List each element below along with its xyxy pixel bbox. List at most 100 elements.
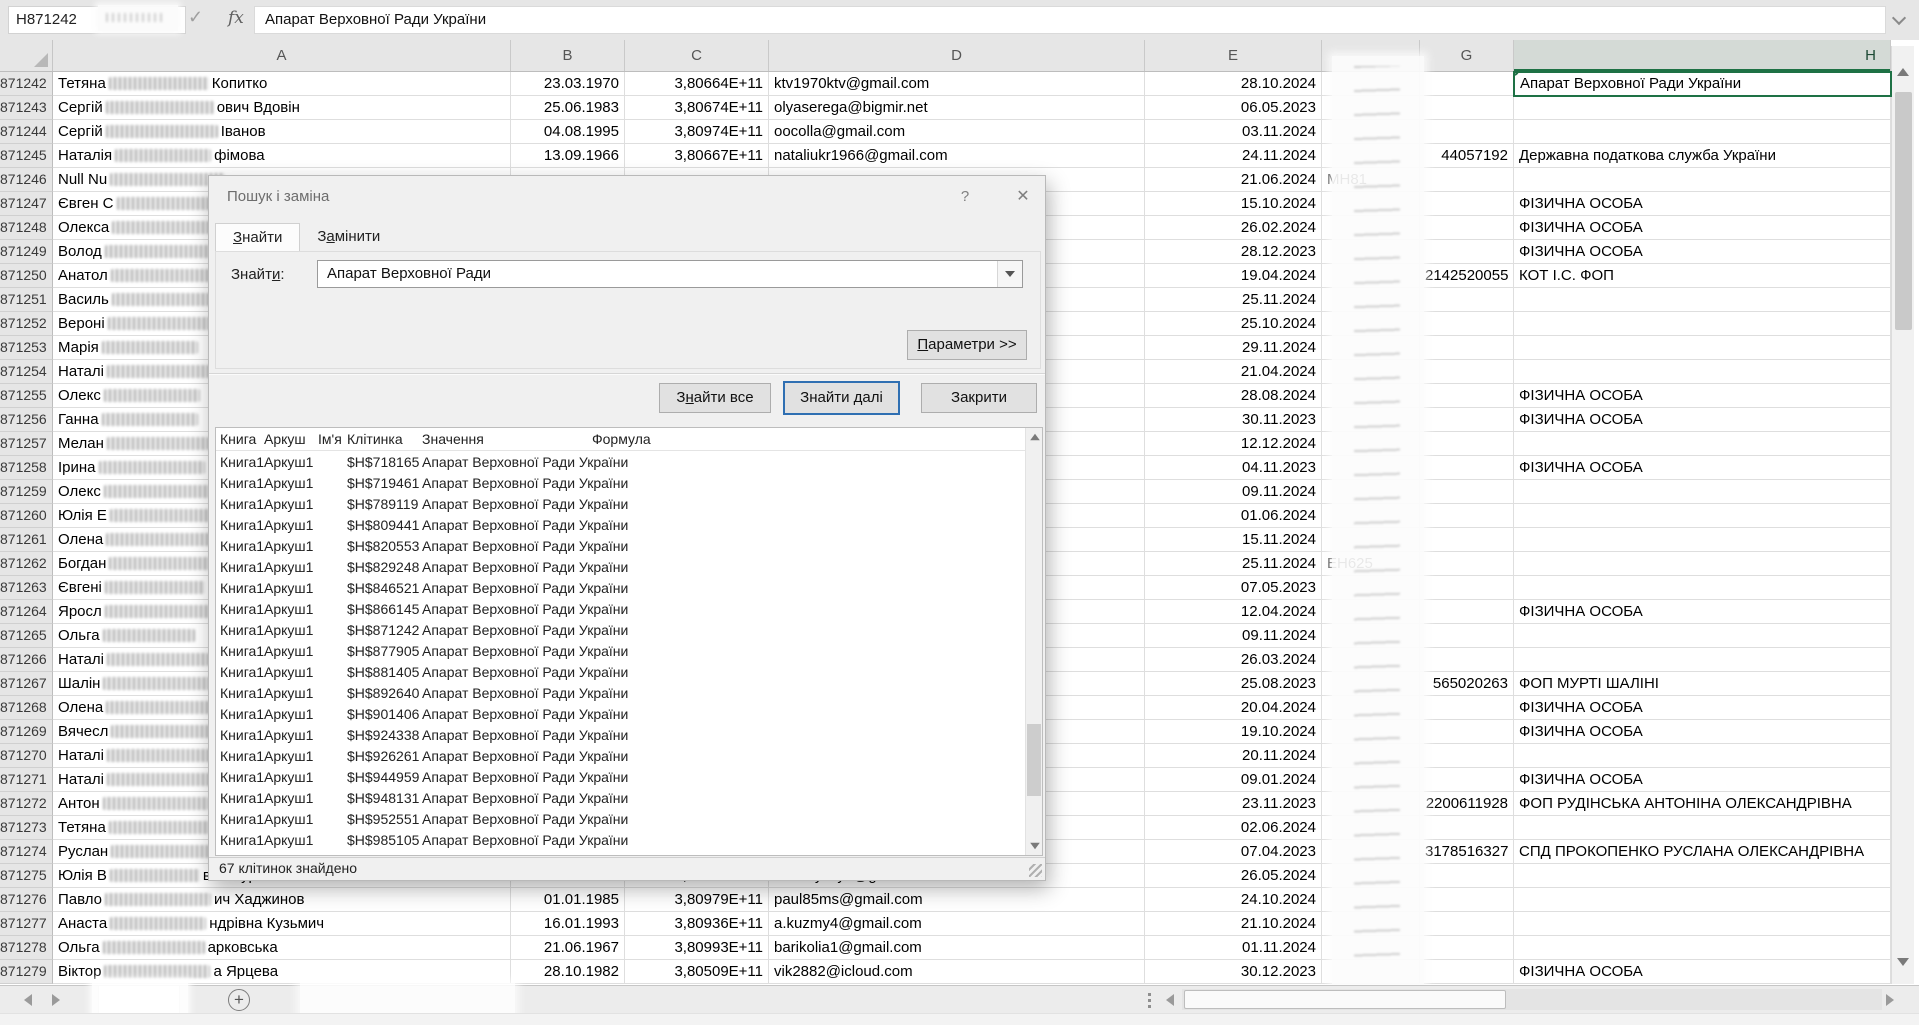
cell-org[interactable]: ФІЗИЧНА ОСОБА xyxy=(1514,408,1891,432)
cell-date[interactable]: 21.04.2024 xyxy=(1145,360,1322,384)
list-item[interactable]: Книга1 Аркуш1 $H$877905 Апарат Верховної… xyxy=(216,640,1042,661)
cell-date[interactable]: 29.11.2024 xyxy=(1145,336,1322,360)
cell-taxid[interactable] xyxy=(1420,384,1514,408)
cell-org[interactable] xyxy=(1514,312,1891,336)
results-header-cell[interactable]: Клітинка xyxy=(343,431,418,447)
cell-date[interactable]: 03.11.2024 xyxy=(1145,120,1322,144)
cell-taxid[interactable] xyxy=(1420,480,1514,504)
cell-date[interactable]: 02.06.2024 xyxy=(1145,816,1322,840)
cell-taxid[interactable]: 3178516327 xyxy=(1420,840,1514,864)
list-item[interactable]: Книга1 Аркуш1 $H$718165 Апарат Верховної… xyxy=(216,451,1042,472)
cell-org[interactable] xyxy=(1514,336,1891,360)
cell-org[interactable] xyxy=(1514,888,1891,912)
row-header[interactable]: 871259 xyxy=(0,480,53,504)
cell-date[interactable]: 09.11.2024 xyxy=(1145,480,1322,504)
cell-org[interactable] xyxy=(1514,480,1891,504)
row-header[interactable]: 871250 xyxy=(0,264,53,288)
cell-email[interactable]: paul85ms@gmail.com xyxy=(769,888,1145,912)
row-header[interactable]: 871270 xyxy=(0,744,53,768)
cell-birthdate[interactable]: 16.01.1993 xyxy=(511,912,625,936)
cell-date[interactable]: 28.08.2024 xyxy=(1145,384,1322,408)
cell-name[interactable]: Павлоич Хаджинов xyxy=(53,888,511,912)
cell-org[interactable] xyxy=(1514,360,1891,384)
cell-name[interactable]: Сергійович Вдовін xyxy=(53,96,511,120)
cell-date[interactable]: 21.06.2024 xyxy=(1145,168,1322,192)
cell-org[interactable] xyxy=(1514,912,1891,936)
list-item[interactable]: Книга1 Аркуш1 $H$901406 Апарат Верховної… xyxy=(216,703,1042,724)
cell-date[interactable]: 20.04.2024 xyxy=(1145,696,1322,720)
cell-date[interactable]: 21.10.2024 xyxy=(1145,912,1322,936)
cell-taxid[interactable] xyxy=(1420,960,1514,984)
cell-date[interactable]: 24.11.2024 xyxy=(1145,144,1322,168)
cell-taxid[interactable]: 2200611928 xyxy=(1420,792,1514,816)
row-header[interactable]: 871249 xyxy=(0,240,53,264)
scroll-down-icon[interactable] xyxy=(1030,843,1040,849)
cell-birthdate[interactable]: 01.01.1985 xyxy=(511,888,625,912)
cell-taxid[interactable] xyxy=(1420,648,1514,672)
cell-taxid[interactable] xyxy=(1420,120,1514,144)
cell-taxid[interactable] xyxy=(1420,240,1514,264)
row-header[interactable]: 871243 xyxy=(0,96,53,120)
results-header-formula[interactable]: Формула xyxy=(588,431,1042,447)
cell-phone[interactable]: 3,80509E+11 xyxy=(625,960,769,984)
cell-date[interactable]: 19.10.2024 xyxy=(1145,720,1322,744)
cell-org[interactable] xyxy=(1514,744,1891,768)
resize-grip[interactable] xyxy=(1029,864,1042,877)
cell-email[interactable]: a.kuzmy4@gmail.com xyxy=(769,912,1145,936)
cell-taxid[interactable] xyxy=(1420,312,1514,336)
cell-org[interactable] xyxy=(1514,432,1891,456)
cell-org[interactable] xyxy=(1514,648,1891,672)
cell-taxid[interactable] xyxy=(1420,912,1514,936)
cell-email[interactable]: vik2882@icloud.com xyxy=(769,960,1145,984)
cell-date[interactable]: 06.05.2023 xyxy=(1145,96,1322,120)
cell-org[interactable]: КОТ І.С. ФОП xyxy=(1514,264,1891,288)
cell-date[interactable]: 25.10.2024 xyxy=(1145,312,1322,336)
cell-org[interactable]: ФОП МУРТІ ШАЛІНІ xyxy=(1514,672,1891,696)
row-header[interactable]: 871266 xyxy=(0,648,53,672)
cell-email[interactable]: nataliukr1966@gmail.com xyxy=(769,144,1145,168)
cell-org[interactable]: ФІЗИЧНА ОСОБА xyxy=(1514,600,1891,624)
cell-date[interactable]: 12.04.2024 xyxy=(1145,600,1322,624)
cell-date[interactable]: 07.05.2023 xyxy=(1145,576,1322,600)
cell-taxid[interactable]: 2142520055 xyxy=(1420,264,1514,288)
column-header-g[interactable]: G xyxy=(1420,40,1514,71)
cell-org[interactable]: ФОП РУДІНСЬКА АНТОНІНА ОЛЕКСАНДРІВНА xyxy=(1514,792,1891,816)
list-item[interactable]: Книга1 Аркуш1 $H$846521 Апарат Верховної… xyxy=(216,577,1042,598)
cell-taxid[interactable] xyxy=(1420,168,1514,192)
cell-taxid[interactable] xyxy=(1420,768,1514,792)
cell-birthdate[interactable]: 28.10.1982 xyxy=(511,960,625,984)
scroll-up-icon[interactable] xyxy=(1030,434,1040,440)
cell-taxid[interactable] xyxy=(1420,336,1514,360)
cell-date[interactable]: 30.11.2023 xyxy=(1145,408,1322,432)
list-item[interactable]: Книга1 Аркуш1 $H$948131 Апарат Верховної… xyxy=(216,787,1042,808)
expand-formula-bar-icon[interactable] xyxy=(1892,11,1906,25)
cell-taxid[interactable] xyxy=(1420,408,1514,432)
row-header[interactable]: 871277 xyxy=(0,912,53,936)
cell-date[interactable]: 30.12.2023 xyxy=(1145,960,1322,984)
cell-name[interactable]: СергійІванов xyxy=(53,120,511,144)
next-sheet-icon[interactable] xyxy=(52,994,60,1006)
cell-date[interactable]: 28.10.2024 xyxy=(1145,72,1322,96)
cell-date[interactable]: 12.12.2024 xyxy=(1145,432,1322,456)
enter-check-icon[interactable] xyxy=(188,7,203,28)
list-item[interactable]: Книга1 Аркуш1 $H$719461 Апарат Верховної… xyxy=(216,472,1042,493)
horizontal-scroll-thumb[interactable] xyxy=(1184,990,1506,1009)
cell-birthdate[interactable]: 13.09.1966 xyxy=(511,144,625,168)
cell-date[interactable]: 04.11.2023 xyxy=(1145,456,1322,480)
cell-taxid[interactable] xyxy=(1420,192,1514,216)
cell-org[interactable]: ФІЗИЧНА ОСОБА xyxy=(1514,456,1891,480)
cell-date[interactable]: 28.12.2023 xyxy=(1145,240,1322,264)
cell-taxid[interactable] xyxy=(1420,432,1514,456)
row-header[interactable]: 871254 xyxy=(0,360,53,384)
cell-phone[interactable]: 3,80664E+11 xyxy=(625,72,769,96)
row-header[interactable]: 871257 xyxy=(0,432,53,456)
cell-org[interactable]: ФІЗИЧНА ОСОБА xyxy=(1514,720,1891,744)
column-header-b[interactable]: B xyxy=(511,40,625,71)
results-scrollbar[interactable] xyxy=(1025,428,1042,855)
cell-phone[interactable]: 3,80993E+11 xyxy=(625,936,769,960)
close-button[interactable]: Закрити xyxy=(921,383,1037,413)
prev-sheet-icon[interactable] xyxy=(24,994,32,1006)
cell-org[interactable] xyxy=(1514,936,1891,960)
formula-input[interactable]: Апарат Верховної Ради України xyxy=(254,6,1886,34)
tab-replace[interactable]: Замінити xyxy=(300,223,397,252)
